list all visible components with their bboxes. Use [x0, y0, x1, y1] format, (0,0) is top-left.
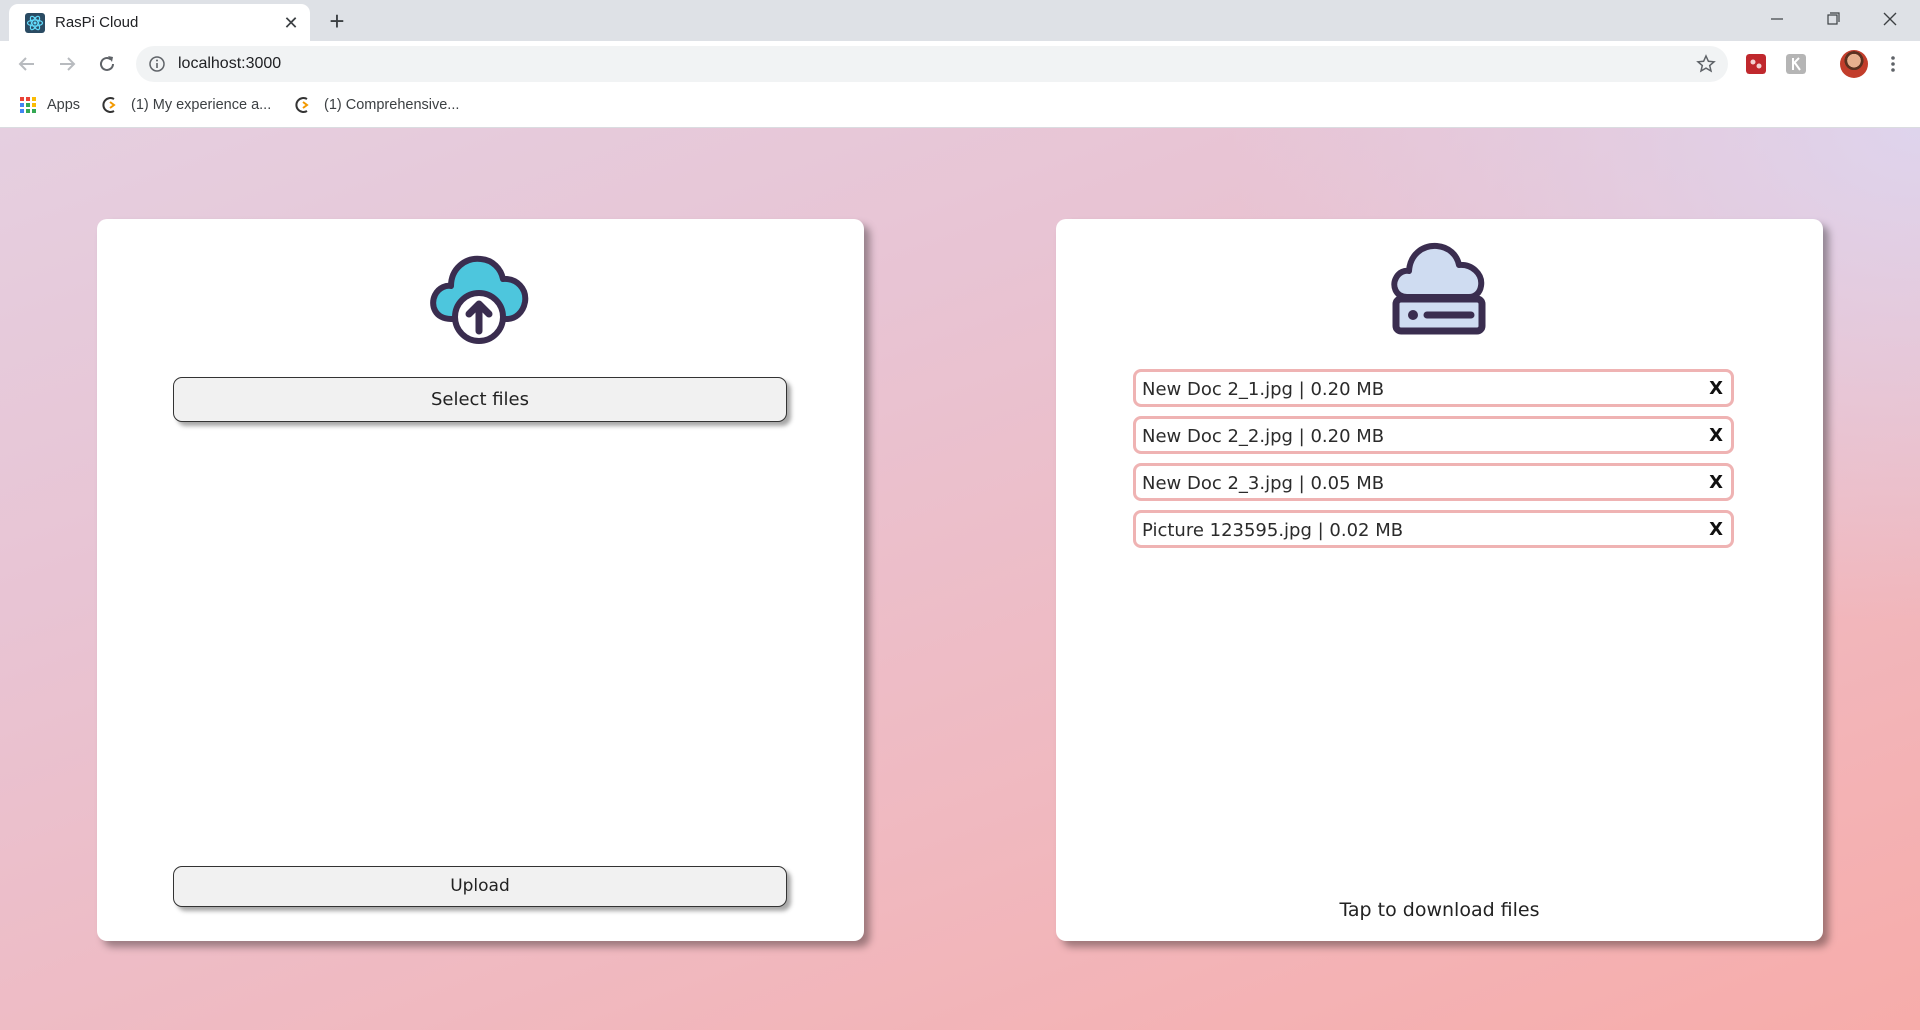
bookmark-star-icon[interactable] [1696, 54, 1716, 74]
extension-red-icon[interactable] [1746, 54, 1766, 74]
restore-icon[interactable] [1810, 6, 1856, 34]
file-item-label[interactable]: New Doc 2_2.jpg | 0.20 MB [1142, 426, 1384, 447]
tab-title: RasPi Cloud [55, 14, 139, 31]
forward-arrow-icon[interactable] [56, 53, 78, 75]
file-item-label[interactable]: New Doc 2_3.jpg | 0.05 MB [1142, 473, 1384, 494]
bookmark-comprehensive[interactable]: (1) Comprehensive... [324, 97, 459, 113]
cloud-server-icon [1391, 242, 1486, 335]
bookmark-apps[interactable]: Apps [47, 97, 80, 113]
bookmark-site-icon [102, 97, 116, 113]
bookmark-my-experience[interactable]: (1) My experience a... [131, 97, 271, 113]
tab-close-icon[interactable]: ✕ [281, 13, 301, 33]
page-viewport: Select files Upload New Doc 2_1.jpg | 0.… [0, 128, 1920, 1030]
remove-file-button[interactable]: X [1709, 378, 1723, 399]
url-text[interactable]: localhost:3000 [178, 55, 281, 73]
select-files-button[interactable]: Select files [173, 377, 787, 422]
file-item-label[interactable]: New Doc 2_1.jpg | 0.20 MB [1142, 379, 1384, 400]
file-item-label[interactable]: Picture 123595.jpg | 0.02 MB [1142, 520, 1403, 541]
bookmarks-bar: Apps (1) My experience a... (1) Comprehe… [0, 87, 1920, 128]
address-bar[interactable]: localhost:3000 [136, 46, 1728, 82]
close-window-icon[interactable] [1867, 6, 1913, 34]
remove-file-button[interactable]: X [1709, 519, 1723, 540]
minimize-icon[interactable] [1754, 6, 1800, 34]
info-icon[interactable] [148, 55, 166, 73]
file-item[interactable]: New Doc 2_3.jpg | 0.05 MB X [1133, 463, 1734, 501]
back-arrow-icon[interactable] [16, 53, 38, 75]
file-item[interactable]: New Doc 2_1.jpg | 0.20 MB X [1133, 369, 1734, 407]
apps-grid-icon[interactable] [19, 96, 37, 114]
download-hint-text: Tap to download files [1339, 899, 1540, 921]
download-card: New Doc 2_1.jpg | 0.20 MB X New Doc 2_2.… [1056, 219, 1823, 941]
remove-file-button[interactable]: X [1709, 472, 1723, 493]
upload-button[interactable]: Upload [173, 866, 787, 907]
profile-avatar[interactable] [1840, 50, 1868, 78]
file-item[interactable]: New Doc 2_2.jpg | 0.20 MB X [1133, 416, 1734, 454]
new-tab-icon[interactable]: + [324, 8, 350, 35]
browser-tab[interactable]: RasPi Cloud ✕ [9, 4, 310, 41]
bookmark-site-icon [295, 97, 309, 113]
upload-card: Select files Upload [97, 219, 864, 941]
browser-toolbar: localhost:3000 [0, 41, 1920, 87]
reload-icon[interactable] [96, 53, 118, 75]
react-logo-icon [25, 13, 45, 33]
tab-strip: RasPi Cloud ✕ + [0, 0, 1920, 41]
file-item[interactable]: Picture 123595.jpg | 0.02 MB X [1133, 510, 1734, 548]
cloud-upload-icon [430, 255, 529, 344]
more-menu-icon[interactable] [1882, 53, 1904, 75]
extension-gray-icon[interactable] [1786, 54, 1806, 74]
remove-file-button[interactable]: X [1709, 425, 1723, 446]
file-list: New Doc 2_1.jpg | 0.20 MB X New Doc 2_2.… [1133, 369, 1734, 557]
